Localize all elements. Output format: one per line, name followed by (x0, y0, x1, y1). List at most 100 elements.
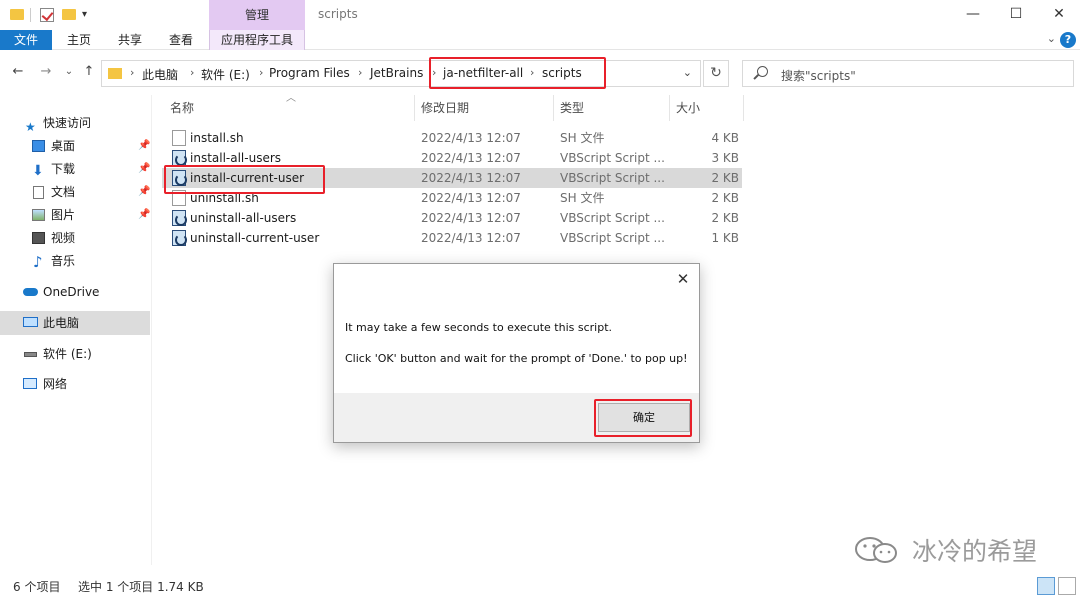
breadcrumb-chevron-icon[interactable]: › (259, 66, 263, 79)
network-icon (23, 378, 37, 389)
address-dropdown-chevron-icon[interactable]: ⌄ (683, 66, 692, 79)
manage-context-tab[interactable]: 管理 (209, 0, 305, 30)
customize-toolbar-chevron-icon[interactable]: ▾ (82, 9, 87, 25)
maximize-button[interactable]: ☐ (1001, 4, 1031, 24)
dialog-message-line-2: Click 'OK' button and wait for the promp… (345, 352, 688, 365)
sidebar-item-this-pc[interactable]: 此电脑 (0, 311, 150, 335)
column-divider[interactable] (553, 95, 554, 121)
window-title: scripts (318, 7, 358, 21)
file-name: uninstall-current-user (190, 231, 320, 245)
folder-icon[interactable] (10, 9, 24, 20)
sidebar-item-quick-access[interactable]: ★ 快速访问 (0, 112, 150, 134)
file-date: 2022/4/13 12:07 (421, 131, 521, 145)
sidebar-item-downloads[interactable]: ⬇ 下载 📌 (0, 158, 150, 180)
expand-ribbon-chevron-icon[interactable]: ⌄ (1047, 32, 1056, 45)
sidebar-item-documents[interactable]: 文档 📌 (0, 181, 150, 203)
title-bar: ▾ 管理 scripts — ☐ ✕ (0, 0, 1080, 30)
breadcrumb-drive-e[interactable]: 软件 (E:) (201, 66, 250, 83)
file-type: SH 文件 (560, 191, 605, 205)
wechat-logo-icon (855, 537, 897, 563)
tab-application-tools[interactable]: 应用程序工具 (209, 30, 305, 50)
star-icon: ★ (25, 120, 36, 134)
sidebar-item-label: 此电脑 (43, 316, 80, 330)
column-divider[interactable] (669, 95, 670, 121)
pin-icon[interactable]: 📌 (138, 158, 150, 180)
search-placeholder: 搜索"scripts" (781, 69, 856, 83)
sidebar-item-drive-e[interactable]: 软件 (E:) (0, 343, 150, 365)
sidebar-item-pictures[interactable]: 图片 📌 (0, 204, 150, 226)
sidebar-item-desktop[interactable]: 桌面 📌 (0, 135, 150, 157)
sh-file-icon (172, 130, 186, 146)
tab-view[interactable]: 查看 (160, 30, 202, 50)
annotation-highlight-path (429, 57, 606, 89)
computer-icon (23, 317, 38, 327)
up-arrow-icon[interactable]: ↑ (80, 64, 98, 79)
file-size: 3 KB (711, 151, 739, 165)
refresh-icon[interactable]: ↻ (703, 60, 729, 87)
document-icon (33, 186, 44, 199)
ribbon-tabs: 文件 主页 共享 查看 应用程序工具 ⌄ ? (0, 30, 1080, 50)
details-view-icon[interactable] (1037, 577, 1055, 595)
status-bar: 6 个项目 选中 1 个项目 1.74 KB (0, 574, 1080, 597)
file-type: SH 文件 (560, 131, 605, 145)
drive-icon (24, 352, 37, 357)
sidebar-item-music[interactable]: ♪ 音乐 (0, 250, 150, 272)
sort-ascending-chevron-icon: ︿ (286, 93, 296, 104)
pin-icon[interactable]: 📌 (138, 181, 150, 203)
table-row[interactable]: install.sh 2022/4/13 12:07 SH 文件 4 KB (162, 128, 742, 148)
large-icons-view-icon[interactable] (1058, 577, 1076, 595)
back-arrow-icon[interactable]: ← (9, 64, 27, 79)
pin-icon[interactable]: 📌 (138, 204, 150, 226)
dialog-message-line-1: It may take a few seconds to execute thi… (345, 321, 613, 334)
vbscript-file-icon (172, 150, 187, 166)
item-count: 6 个项目 (13, 580, 61, 594)
file-type: VBScript Script ... (560, 151, 665, 165)
table-row[interactable]: uninstall-all-users 2022/4/13 12:07 VBSc… (162, 208, 742, 228)
file-size: 2 KB (711, 211, 739, 225)
address-bar[interactable]: › 此电脑 › 软件 (E:) › Program Files › JetBra… (101, 60, 701, 87)
breadcrumb-chevron-icon[interactable]: › (358, 66, 362, 79)
sidebar-item-onedrive[interactable]: OneDrive (0, 281, 150, 303)
column-header-name[interactable]: 名称 (170, 95, 194, 121)
dialog-close-button[interactable]: ✕ (673, 269, 693, 289)
tab-file[interactable]: 文件 (0, 30, 52, 50)
recent-locations-chevron-icon[interactable]: ⌄ (60, 66, 78, 77)
minimize-button[interactable]: — (958, 4, 988, 24)
sidebar-item-videos[interactable]: 视频 (0, 227, 150, 249)
pin-icon[interactable]: 📌 (138, 135, 150, 157)
divider (30, 8, 31, 22)
sidebar-item-label: 视频 (51, 231, 76, 245)
column-divider[interactable] (414, 95, 415, 121)
help-icon[interactable]: ? (1060, 32, 1076, 48)
close-button[interactable]: ✕ (1044, 4, 1074, 24)
column-header-type[interactable]: 类型 (560, 95, 584, 121)
download-icon: ⬇ (32, 163, 44, 179)
properties-icon[interactable] (40, 8, 54, 22)
forward-arrow-icon[interactable]: → (37, 64, 55, 79)
new-folder-icon[interactable] (62, 9, 76, 20)
sidebar-item-label: 文档 (51, 185, 76, 199)
breadcrumb-chevron-icon[interactable]: › (130, 66, 134, 79)
breadcrumb-this-pc[interactable]: 此电脑 (142, 66, 178, 83)
sidebar-item-label: 软件 (E:) (43, 347, 92, 361)
column-header-size[interactable]: 大小 (676, 95, 700, 121)
file-name: install.sh (190, 131, 244, 145)
breadcrumb-jetbrains[interactable]: JetBrains (370, 66, 423, 80)
folder-icon (108, 68, 122, 79)
table-row[interactable]: uninstall-current-user 2022/4/13 12:07 V… (162, 228, 742, 248)
breadcrumb-program-files[interactable]: Program Files (269, 66, 350, 80)
file-type: VBScript Script ... (560, 211, 665, 225)
sidebar-item-label: 网络 (43, 377, 68, 391)
sidebar-item-network[interactable]: 网络 (0, 373, 150, 395)
tab-share[interactable]: 共享 (109, 30, 151, 50)
breadcrumb-chevron-icon[interactable]: › (190, 66, 194, 79)
column-divider[interactable] (743, 95, 744, 121)
watermark-text: 冰冷的希望 (912, 537, 1038, 566)
file-date: 2022/4/13 12:07 (421, 151, 521, 165)
vbscript-file-icon (172, 230, 187, 246)
column-header-date[interactable]: 修改日期 (421, 95, 469, 121)
music-icon: ♪ (33, 253, 43, 271)
search-input[interactable]: 搜索"scripts" (742, 60, 1074, 87)
tab-home[interactable]: 主页 (58, 30, 100, 50)
file-size: 2 KB (711, 171, 739, 185)
